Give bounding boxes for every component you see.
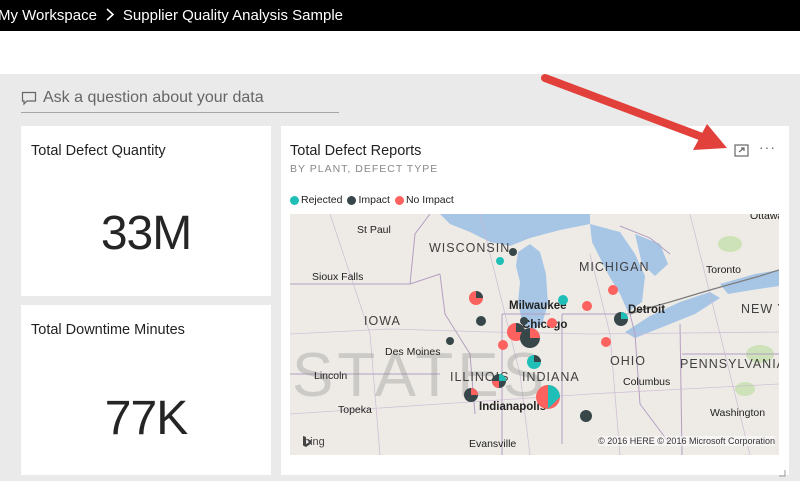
legend-item-no-impact[interactable]: No Impact <box>394 194 454 206</box>
bubble-marker[interactable] <box>608 285 618 295</box>
bubble-marker[interactable] <box>601 337 611 347</box>
defect-map[interactable]: STATES Ottawa St Paul WISCONSIN Sioux Fa… <box>290 214 779 455</box>
bubble-marker[interactable] <box>580 410 592 422</box>
bubble-marker[interactable] <box>614 312 628 326</box>
legend-label: Impact <box>358 194 390 206</box>
tile-subtitle: BY PLANT, DEFECT TYPE <box>290 163 439 175</box>
map-copyright: © 2016 HERE © 2016 Microsoft Corporation <box>598 436 775 446</box>
bubble-marker[interactable] <box>492 374 506 388</box>
bubble-marker[interactable] <box>536 385 560 409</box>
legend-dot-no-impact <box>394 195 404 205</box>
tile-title: Total Downtime Minutes <box>31 322 185 338</box>
legend-label: No Impact <box>405 194 454 206</box>
legend-label: Rejected <box>301 194 343 206</box>
more-options-icon[interactable]: ··· <box>759 140 777 160</box>
tile-total-downtime-minutes[interactable]: Total Downtime Minutes 77K <box>21 305 271 475</box>
bubble-marker[interactable] <box>547 318 557 328</box>
bubble-marker[interactable] <box>582 301 592 311</box>
qa-question-box[interactable]: Ask a question about your data <box>21 84 339 113</box>
map-bubbles <box>446 248 628 422</box>
kpi-value: 77K <box>104 392 188 445</box>
tile-title: Total Defect Quantity <box>31 143 166 159</box>
bubble-marker[interactable] <box>469 291 483 305</box>
breadcrumb-workspace[interactable]: My Workspace <box>0 7 97 24</box>
legend-item-impact[interactable]: Impact <box>347 194 390 206</box>
legend-item-rejected[interactable]: Rejected <box>290 194 342 206</box>
bubble-marker[interactable] <box>520 328 540 348</box>
breadcrumb-dashboard[interactable]: Supplier Quality Analysis Sample <box>123 7 343 24</box>
bubble-marker[interactable] <box>520 317 528 325</box>
bubble-marker[interactable] <box>498 340 508 350</box>
focus-mode-icon[interactable] <box>733 142 751 160</box>
qa-placeholder: Ask a question about your data <box>43 89 264 106</box>
tile-total-defect-quantity[interactable]: Total Defect Quantity 33M <box>21 126 271 296</box>
bubble-marker[interactable] <box>558 295 568 305</box>
chat-bubble-icon <box>21 90 37 106</box>
bubble-marker[interactable] <box>446 337 454 345</box>
legend-dot-rejected <box>290 195 299 205</box>
resize-grip-icon[interactable] <box>778 464 786 477</box>
map-legend: Rejected Impact No Impact <box>290 194 459 206</box>
legend-dot-impact <box>347 195 357 205</box>
bubble-marker[interactable] <box>527 355 541 369</box>
bubble-marker[interactable] <box>464 388 478 402</box>
tile-total-defect-reports[interactable]: Total Defect Reports BY PLANT, DEFECT TY… <box>281 126 789 477</box>
chevron-right-icon <box>106 7 115 24</box>
kpi-value: 33M <box>100 207 192 260</box>
bubble-marker[interactable] <box>496 257 504 265</box>
bubble-marker[interactable] <box>476 316 486 326</box>
top-bar: My Workspace Supplier Quality Analysis S… <box>0 0 800 31</box>
tile-title: Total Defect Reports <box>290 143 422 159</box>
dashboard-header-area <box>0 31 800 74</box>
bing-logo-icon: bing <box>302 436 325 448</box>
bubble-marker[interactable] <box>509 248 517 256</box>
